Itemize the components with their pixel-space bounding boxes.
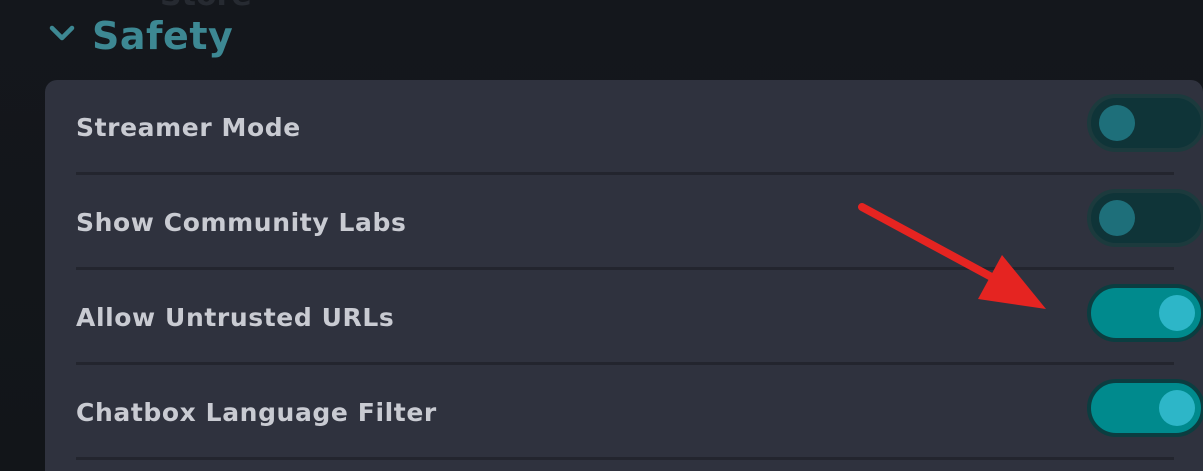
section-header-safety[interactable]: Safety (48, 10, 233, 62)
settings-panel: Streamer Mode Show Community Labs Allow … (45, 80, 1203, 471)
setting-row-language-filter: Chatbox Language Filter (76, 365, 1203, 460)
setting-label: Show Community Labs (76, 208, 407, 237)
community-labs-toggle[interactable] (1087, 189, 1203, 247)
setting-label: Streamer Mode (76, 113, 301, 142)
setting-label: Allow Untrusted URLs (76, 303, 395, 332)
untrusted-urls-toggle[interactable] (1087, 284, 1203, 342)
streamer-mode-toggle[interactable] (1087, 94, 1203, 152)
chevron-down-icon (49, 25, 75, 41)
setting-row-community-labs: Show Community Labs (76, 175, 1203, 270)
setting-row-untrusted-urls: Allow Untrusted URLs (76, 270, 1203, 365)
section-title: Safety (92, 14, 234, 58)
toggle-knob (1159, 295, 1195, 331)
language-filter-toggle[interactable] (1087, 379, 1203, 437)
toggle-knob (1099, 200, 1135, 236)
setting-row-streamer-mode: Streamer Mode (76, 80, 1203, 175)
setting-label: Chatbox Language Filter (76, 398, 437, 427)
row-divider (76, 457, 1174, 460)
settings-page: Store Safety Streamer Mode Show Communit… (0, 0, 1203, 471)
toggle-knob (1099, 105, 1135, 141)
toggle-knob (1159, 390, 1195, 426)
